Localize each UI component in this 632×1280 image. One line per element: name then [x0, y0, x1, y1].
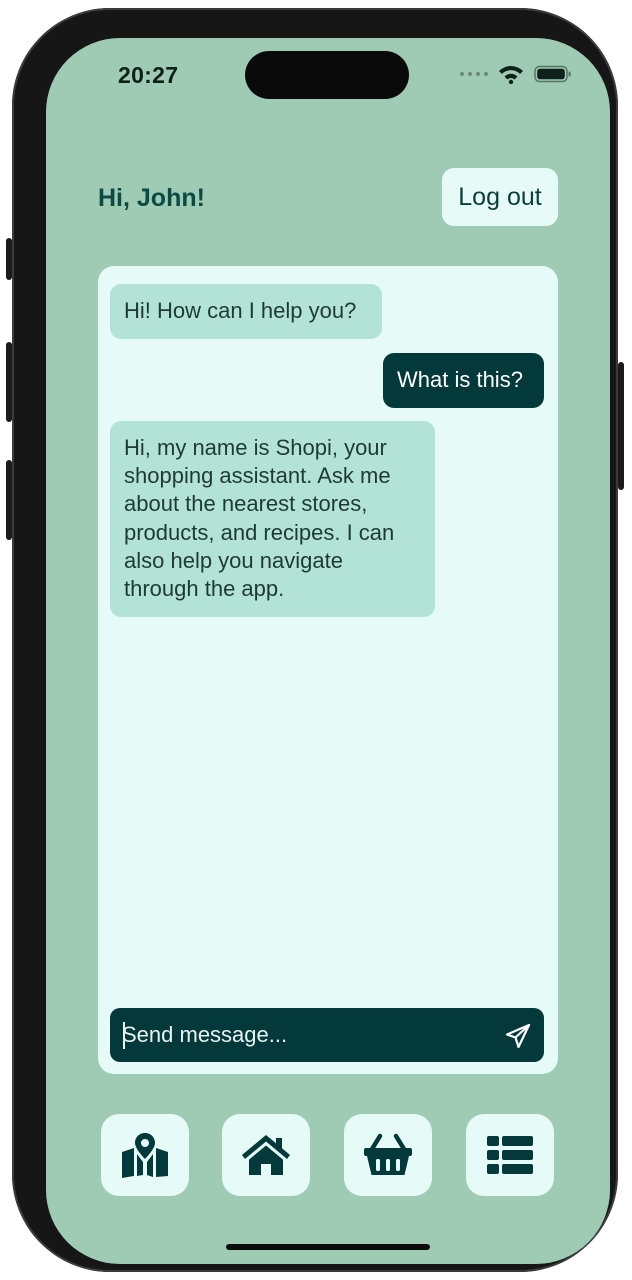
battery-icon	[534, 65, 571, 83]
map-icon	[122, 1133, 168, 1178]
nav-home-button[interactable]	[222, 1114, 310, 1196]
basket-icon	[364, 1133, 412, 1175]
nav-map-button[interactable]	[101, 1114, 189, 1196]
cellular-signal-icon	[460, 72, 488, 76]
home-indicator	[226, 1244, 430, 1250]
list-icon	[487, 1136, 533, 1174]
dynamic-island	[245, 51, 409, 99]
send-icon[interactable]	[504, 1022, 532, 1050]
home-icon	[242, 1135, 290, 1175]
phone-frame: 20:27 Hi, John! Log out Hi! How can I he…	[6, 8, 624, 1272]
chat-panel: Hi! How can I help you? What is this? Hi…	[98, 266, 558, 1074]
nav-basket-button[interactable]	[344, 1114, 432, 1196]
logout-button[interactable]: Log out	[442, 168, 558, 226]
message-input[interactable]	[110, 1008, 490, 1062]
user-message: What is this?	[383, 353, 544, 408]
app-screen: 20:27 Hi, John! Log out Hi! How can I he…	[46, 38, 610, 1264]
greeting-text: Hi, John!	[98, 184, 205, 212]
message-composer	[110, 1008, 544, 1062]
text-cursor	[123, 1022, 125, 1049]
bot-message: Hi! How can I help you?	[110, 284, 382, 339]
status-time: 20:27	[118, 62, 179, 88]
status-indicators	[460, 64, 572, 84]
nav-list-button[interactable]	[466, 1114, 554, 1196]
bot-message: Hi, my name is Shopi, your shopping assi…	[110, 421, 435, 617]
wifi-icon	[499, 66, 523, 84]
